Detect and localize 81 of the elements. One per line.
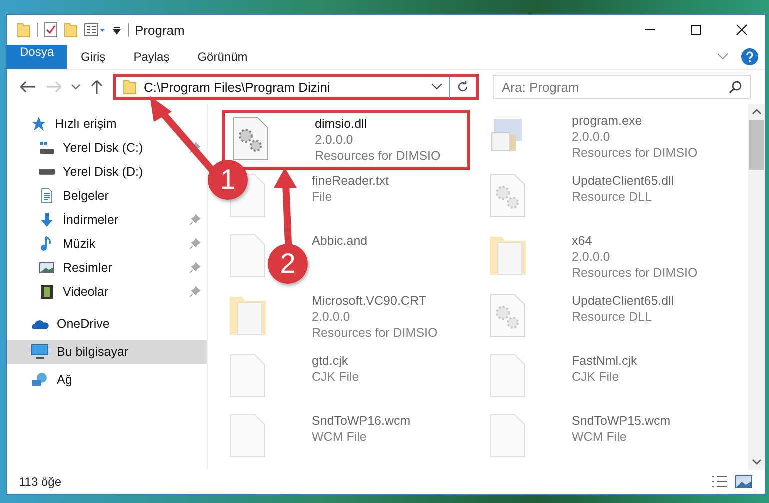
file-name[interactable]: gtd.cjk xyxy=(312,353,360,369)
file-detail: Resource DLL xyxy=(572,309,653,325)
file-detail: Resources for DIMSIO xyxy=(572,145,698,161)
file-detail: WCM File xyxy=(572,429,628,445)
sidebar-item[interactable]: Resimler xyxy=(7,256,207,280)
scroll-down-icon[interactable] xyxy=(752,458,762,466)
download-arrow-icon xyxy=(39,212,55,228)
file-detail: CJK File xyxy=(572,369,620,385)
file-name[interactable]: UpdateClient65.dll xyxy=(572,293,674,309)
ribbon-tab[interactable]: Paylaş xyxy=(120,45,184,69)
file-name[interactable]: Abbic.and xyxy=(312,233,368,249)
monitor-icon xyxy=(31,344,49,360)
file-detail: 2.0.0.0 xyxy=(315,132,354,148)
item-count: 113 öğe xyxy=(19,475,62,489)
file-name[interactable]: x64 xyxy=(572,233,698,249)
scroll-thumb[interactable] xyxy=(749,120,764,170)
back-arrow-icon[interactable] xyxy=(19,80,37,94)
maximize-icon xyxy=(690,24,702,36)
file-detail: 2.0.0.0 xyxy=(312,309,352,325)
search-icon[interactable] xyxy=(729,80,743,94)
expand-ribbon-icon[interactable] xyxy=(717,52,729,62)
address-bar[interactable]: C:\Program Files\Program Dizini xyxy=(113,74,479,100)
sidebar-item[interactable]: Bu bilgisayar xyxy=(7,340,207,364)
file-detail: 2.0.0.0 xyxy=(572,249,612,265)
file-name[interactable]: fineReader.txt xyxy=(312,173,390,189)
gear-file-icon xyxy=(488,173,528,219)
picture-icon xyxy=(39,260,55,276)
blank-file-icon xyxy=(228,353,268,399)
file-detail: 2.0.0.0 xyxy=(572,129,612,145)
film-strip-icon xyxy=(39,284,55,300)
folder-icon xyxy=(122,79,138,95)
sidebar-item[interactable]: Videolar xyxy=(7,280,207,304)
sidebar-item[interactable]: Belgeler xyxy=(7,184,207,208)
file-name[interactable]: UpdateClient65.dll xyxy=(572,173,674,189)
gear-file-icon xyxy=(231,116,271,162)
star-icon xyxy=(31,116,47,132)
sidebar-item[interactable]: Yerel Disk (C:) xyxy=(7,136,207,160)
blank-file-icon xyxy=(488,413,528,459)
blank-file-icon xyxy=(488,353,528,399)
sidebar-item[interactable]: Müzik xyxy=(7,232,207,256)
sidebar-item[interactable]: Hızlı erişim xyxy=(7,112,207,136)
blank-file-icon xyxy=(228,413,268,459)
file-detail: Resources for DIMSIO xyxy=(312,325,438,341)
blank-file-icon xyxy=(228,233,268,279)
file-name[interactable]: dimsio.dll xyxy=(315,116,441,132)
ribbon-tab[interactable]: Görünüm xyxy=(184,45,262,69)
sidebar-item[interactable]: İndirmeler xyxy=(7,208,207,232)
refresh-icon[interactable] xyxy=(456,80,470,94)
scrollbar[interactable] xyxy=(748,104,765,470)
properties-icon[interactable] xyxy=(84,22,106,38)
file-detail: CJK File xyxy=(312,369,360,385)
file-name[interactable]: SndToWP15.wcm xyxy=(572,413,671,429)
file-detail: Resources for DIMSIO xyxy=(572,265,698,281)
search-field[interactable]: Ara: Program xyxy=(493,75,751,99)
file-detail: WCM File xyxy=(312,429,368,445)
sidebar-item[interactable]: OneDrive xyxy=(7,312,207,336)
file-detail: File xyxy=(312,189,334,205)
thumbnail-view-icon[interactable] xyxy=(735,475,753,489)
ribbon-tab[interactable]: Giriş xyxy=(67,45,120,69)
file-detail: Resource DLL xyxy=(572,189,653,205)
file-name[interactable]: Microsoft.VC90.CRT xyxy=(312,293,438,309)
network-icon xyxy=(31,372,49,388)
window-title: Program xyxy=(135,22,185,38)
file-detail: Resources for DIMSIO xyxy=(315,148,441,164)
file-name[interactable]: FastNml.cjk xyxy=(572,353,638,369)
dropdown-caret-icon[interactable] xyxy=(431,82,443,92)
drive-icon xyxy=(39,140,55,156)
gear-file-icon xyxy=(488,293,528,339)
drive-icon xyxy=(39,169,55,175)
file-name[interactable]: SndToWP16.wcm xyxy=(312,413,411,429)
details-view-icon[interactable] xyxy=(711,475,729,489)
document-icon xyxy=(39,188,55,204)
up-arrow-icon[interactable] xyxy=(89,79,105,95)
sidebar-item[interactable]: Yerel Disk (D:) xyxy=(7,160,207,184)
highlighted-file-item[interactable]: dimsio.dll 2.0.0.0 Resources for DIMSIO xyxy=(222,110,470,170)
close-icon xyxy=(736,24,748,36)
scroll-up-icon[interactable] xyxy=(752,108,762,116)
file-name[interactable]: program.exe xyxy=(572,113,698,129)
checklist-icon[interactable] xyxy=(44,22,58,38)
help-icon[interactable] xyxy=(741,48,759,66)
sidebar-item[interactable]: Ağ xyxy=(7,368,207,392)
